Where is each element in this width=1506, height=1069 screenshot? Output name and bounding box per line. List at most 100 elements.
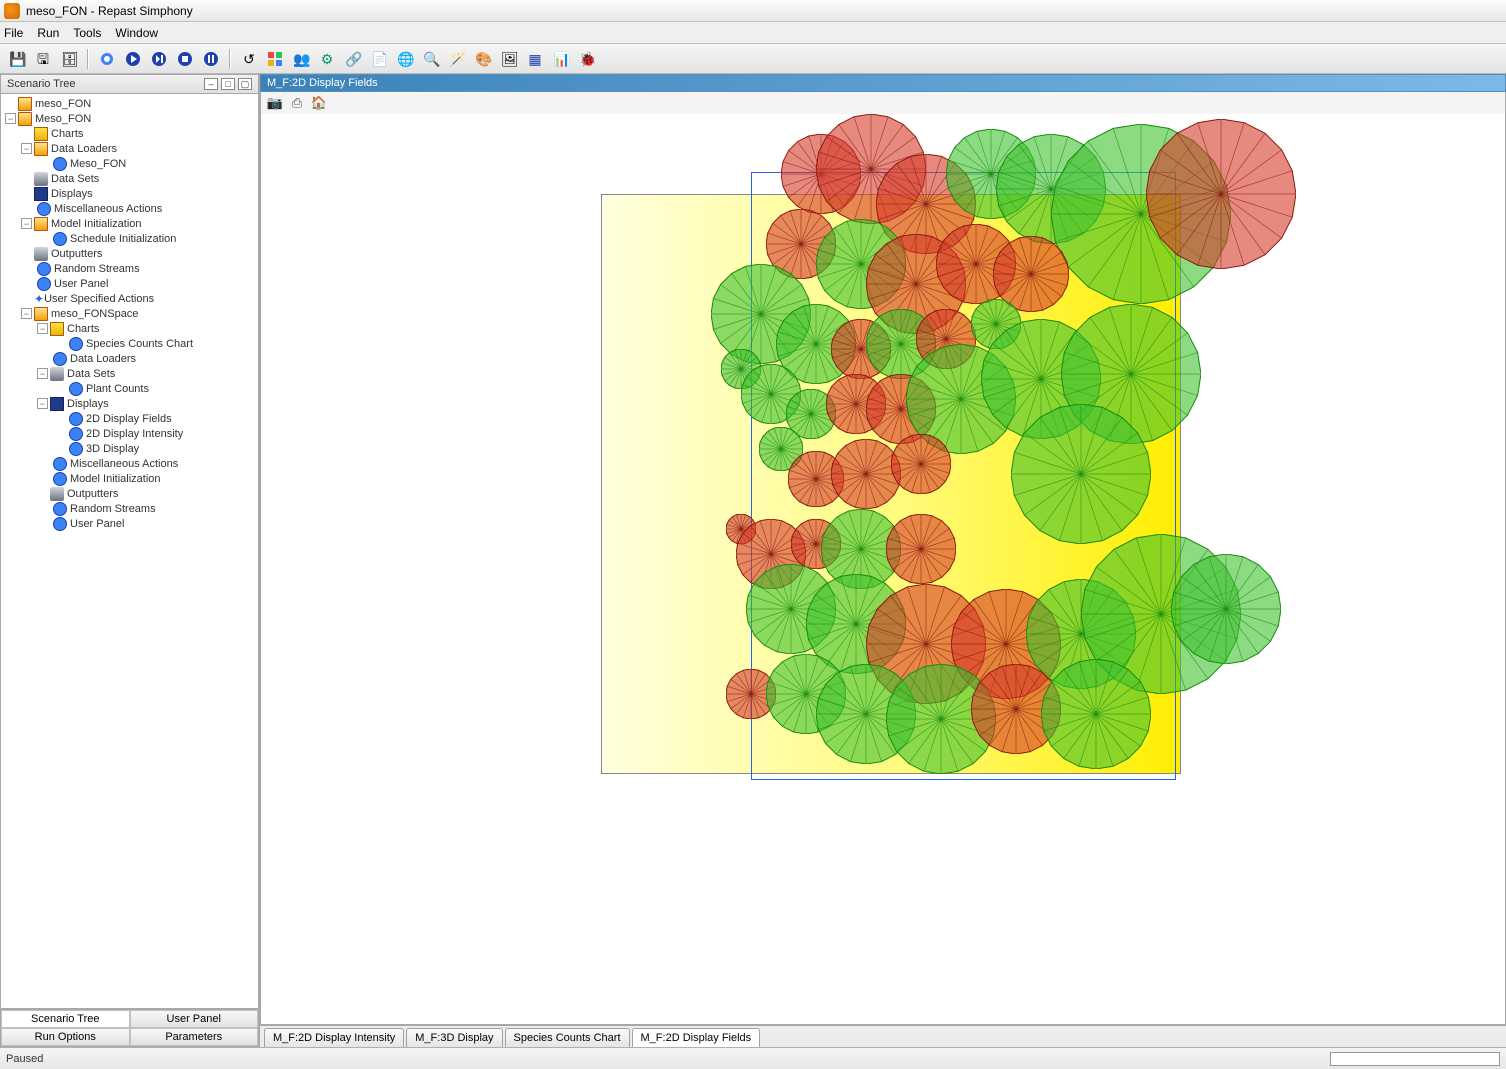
- reset-icon[interactable]: ↺: [238, 48, 260, 70]
- agents-icon[interactable]: 👥: [290, 48, 312, 70]
- init-icon[interactable]: [96, 48, 118, 70]
- tree-label: Data Loaders: [51, 143, 117, 155]
- tree-node[interactable]: −Data Sets: [1, 366, 258, 381]
- play-icon[interactable]: [122, 48, 144, 70]
- plant-agent[interactable]: [1171, 554, 1281, 664]
- menu-file[interactable]: File: [4, 26, 23, 40]
- tree-node[interactable]: 2D Display Intensity: [1, 426, 258, 441]
- restore-icon[interactable]: ▢: [238, 78, 252, 90]
- left-panel: Scenario Tree – □ ▢ meso_FON−Meso_FON Cha…: [0, 74, 260, 1047]
- tree-node[interactable]: Random Streams: [1, 261, 258, 276]
- tab-scenario-tree[interactable]: Scenario Tree: [1, 1010, 130, 1028]
- tree-node[interactable]: −Data Loaders: [1, 141, 258, 156]
- maximize-icon[interactable]: □: [221, 78, 235, 90]
- tab-2d-intensity[interactable]: M_F:2D Display Intensity: [264, 1028, 404, 1047]
- progress-bar: [1330, 1052, 1500, 1066]
- agent-group-icon[interactable]: ⚙: [316, 48, 338, 70]
- main-toolbar: 💾 🖫 🗄 ↺ 👥 ⚙ 🔗 📄 🌐 🔍 🪄 🎨 🖼 ▦ 📊 🐞: [0, 44, 1506, 74]
- home-icon[interactable]: 🏠: [311, 95, 327, 111]
- menu-tools[interactable]: Tools: [73, 26, 101, 40]
- image-icon[interactable]: 🖼: [498, 48, 520, 70]
- grid-colors-icon[interactable]: [264, 48, 286, 70]
- tree-node[interactable]: Data Loaders: [1, 351, 258, 366]
- main-layout: Scenario Tree – □ ▢ meso_FON−Meso_FON Cha…: [0, 74, 1506, 1047]
- tree-node[interactable]: Charts: [1, 126, 258, 141]
- tree-node[interactable]: −meso_FONSpace: [1, 306, 258, 321]
- tree-label: Plant Counts: [86, 383, 149, 395]
- tree-node[interactable]: −Meso_FON: [1, 111, 258, 126]
- tab-run-options[interactable]: Run Options: [1, 1028, 130, 1046]
- notes-icon[interactable]: 📄: [368, 48, 390, 70]
- display-toolbar: 📷 ⎙ 🏠: [260, 92, 1506, 114]
- tree-label: Charts: [51, 128, 83, 140]
- status-text: Paused: [6, 1053, 43, 1065]
- separator: [229, 49, 231, 69]
- tree-node[interactable]: Displays: [1, 186, 258, 201]
- minimize-icon[interactable]: –: [204, 78, 218, 90]
- tree-node[interactable]: Schedule Initialization: [1, 231, 258, 246]
- stop-icon[interactable]: [174, 48, 196, 70]
- tree-node[interactable]: Miscellaneous Actions: [1, 201, 258, 216]
- tree-node[interactable]: Random Streams: [1, 501, 258, 516]
- tree-node[interactable]: Meso_FON: [1, 156, 258, 171]
- panel-title: Scenario Tree: [7, 78, 75, 90]
- tab-user-panel[interactable]: User Panel: [130, 1010, 259, 1028]
- tree-node[interactable]: User Panel: [1, 516, 258, 531]
- plant-agent[interactable]: [1041, 659, 1151, 769]
- menu-bar: File Run Tools Window: [0, 22, 1506, 44]
- tab-parameters[interactable]: Parameters: [130, 1028, 259, 1046]
- tree-node[interactable]: meso_FON: [1, 96, 258, 111]
- tree-node[interactable]: Species Counts Chart: [1, 336, 258, 351]
- plant-agent[interactable]: [891, 434, 951, 494]
- tree-node[interactable]: Data Sets: [1, 171, 258, 186]
- menu-window[interactable]: Window: [115, 26, 158, 40]
- pause-icon[interactable]: [200, 48, 222, 70]
- chart-icon[interactable]: 📊: [550, 48, 572, 70]
- wizard-icon[interactable]: 🪄: [446, 48, 468, 70]
- tree-node[interactable]: 3D Display: [1, 441, 258, 456]
- tree-node[interactable]: −Charts: [1, 321, 258, 336]
- globe-icon[interactable]: 🌐: [394, 48, 416, 70]
- display-title: M_F:2D Display Fields: [267, 77, 378, 89]
- zoom-icon[interactable]: 🔍: [420, 48, 442, 70]
- tree-node[interactable]: Miscellaneous Actions: [1, 456, 258, 471]
- step-icon[interactable]: [148, 48, 170, 70]
- scenario-tree[interactable]: meso_FON−Meso_FONCharts−Data LoadersMeso…: [0, 94, 259, 1009]
- bug-icon[interactable]: 🐞: [576, 48, 598, 70]
- menu-run[interactable]: Run: [37, 26, 59, 40]
- plant-agent[interactable]: [1146, 119, 1296, 269]
- tree-label: Miscellaneous Actions: [54, 203, 162, 215]
- tree-node[interactable]: Outputters: [1, 486, 258, 501]
- tree-node[interactable]: 2D Display Fields: [1, 411, 258, 426]
- tree-node[interactable]: Plant Counts: [1, 381, 258, 396]
- tree-node[interactable]: ✦User Specified Actions: [1, 291, 258, 306]
- tree-node[interactable]: −Displays: [1, 396, 258, 411]
- tree-label: Meso_FON: [70, 158, 126, 170]
- tree-label: User Panel: [70, 518, 124, 530]
- window-title: meso_FON - Repast Simphony: [26, 4, 193, 18]
- save-icon[interactable]: 💾: [6, 48, 28, 70]
- tree-node[interactable]: Model Initialization: [1, 471, 258, 486]
- tree-label: Miscellaneous Actions: [70, 458, 178, 470]
- save-as-icon[interactable]: 🖫: [32, 48, 54, 70]
- tab-2d-fields[interactable]: M_F:2D Display Fields: [632, 1028, 761, 1047]
- tree-label: meso_FONSpace: [51, 308, 138, 320]
- database-icon[interactable]: 🗄: [58, 48, 80, 70]
- tree-node[interactable]: Outputters: [1, 246, 258, 261]
- plant-agent[interactable]: [1011, 404, 1151, 544]
- tree-label: Charts: [67, 323, 99, 335]
- agent-link-icon[interactable]: 🔗: [342, 48, 364, 70]
- tree-label: Random Streams: [70, 503, 156, 515]
- display-canvas[interactable]: [260, 114, 1506, 1025]
- tab-species-chart[interactable]: Species Counts Chart: [505, 1028, 630, 1047]
- tree-label: Data Loaders: [70, 353, 136, 365]
- camera-icon[interactable]: 📷: [267, 95, 283, 111]
- tab-3d-display[interactable]: M_F:3D Display: [406, 1028, 502, 1047]
- tree-label: Data Sets: [51, 173, 99, 185]
- tree-node[interactable]: −Model Initialization: [1, 216, 258, 231]
- palette-icon[interactable]: 🎨: [472, 48, 494, 70]
- export-icon[interactable]: ⎙: [289, 95, 305, 111]
- tree-label: 2D Display Intensity: [86, 428, 183, 440]
- tree-node[interactable]: User Panel: [1, 276, 258, 291]
- table-icon[interactable]: ▦: [524, 48, 546, 70]
